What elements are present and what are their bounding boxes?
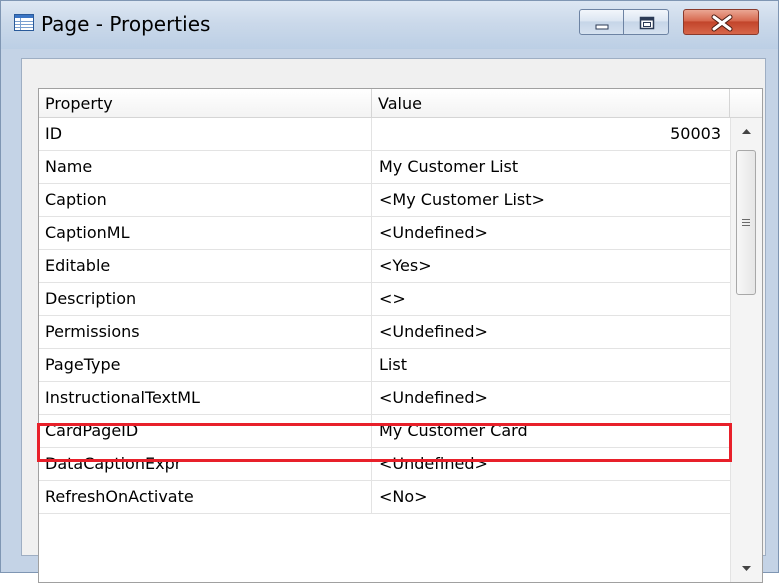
grip-icon: [742, 219, 750, 226]
table-row[interactable]: Permissions <Undefined>: [39, 316, 730, 349]
table-row[interactable]: DataCaptionExpr <Undefined>: [39, 448, 730, 481]
property-name: Editable: [39, 250, 372, 282]
maximize-button[interactable]: [623, 9, 669, 35]
property-name: DataCaptionExpr: [39, 448, 372, 480]
property-name: CardPageID: [39, 415, 372, 447]
close-icon: [711, 14, 733, 32]
column-header-spacer: [730, 89, 762, 117]
property-value[interactable]: <>: [372, 283, 730, 315]
properties-grid: Property Value ID 50003 Name My Customer…: [38, 88, 763, 583]
property-name: CaptionML: [39, 217, 372, 249]
vertical-scrollbar[interactable]: [730, 118, 762, 582]
table-icon: [14, 14, 34, 31]
property-value[interactable]: My Customer Card: [372, 415, 730, 447]
table-row[interactable]: InstructionalTextML <Undefined>: [39, 382, 730, 415]
property-value[interactable]: <Undefined>: [372, 316, 730, 348]
property-name: ID: [39, 118, 372, 150]
property-name: Description: [39, 283, 372, 315]
property-value[interactable]: 50003: [372, 118, 730, 150]
property-name: Name: [39, 151, 372, 183]
window-title: Page - Properties: [41, 12, 211, 36]
property-value[interactable]: <My Customer List>: [372, 184, 730, 216]
property-name: Permissions: [39, 316, 372, 348]
table-row[interactable]: Description <>: [39, 283, 730, 316]
property-value[interactable]: <Yes>: [372, 250, 730, 282]
table-row[interactable]: Editable <Yes>: [39, 250, 730, 283]
property-name: Caption: [39, 184, 372, 216]
property-value[interactable]: <Undefined>: [372, 217, 730, 249]
scrollbar-thumb[interactable]: [736, 150, 756, 295]
column-header-property[interactable]: Property: [39, 89, 372, 117]
maximize-icon: [639, 16, 655, 30]
property-value[interactable]: <No>: [372, 481, 730, 513]
properties-window: Page - Properties Property Value ID 5000…: [0, 0, 779, 583]
scroll-up-arrow-icon[interactable]: [731, 118, 762, 146]
property-name: PageType: [39, 349, 372, 381]
minimize-icon: [595, 24, 609, 30]
property-name: RefreshOnActivate: [39, 481, 372, 513]
minimize-button[interactable]: [579, 9, 624, 35]
scroll-down-arrow-icon[interactable]: [731, 554, 762, 582]
close-button[interactable]: [683, 9, 759, 35]
table-row[interactable]: CaptionML <Undefined>: [39, 217, 730, 250]
grid-header: Property Value: [39, 89, 762, 118]
table-row[interactable]: PageType List: [39, 349, 730, 382]
property-value[interactable]: <Undefined>: [372, 448, 730, 480]
property-value[interactable]: My Customer List: [372, 151, 730, 183]
title-bar[interactable]: Page - Properties: [1, 1, 778, 49]
content-panel: Property Value ID 50003 Name My Customer…: [21, 58, 766, 583]
property-value[interactable]: List: [372, 349, 730, 381]
property-value[interactable]: <Undefined>: [372, 382, 730, 414]
property-name: InstructionalTextML: [39, 382, 372, 414]
column-header-value[interactable]: Value: [372, 89, 730, 117]
table-row[interactable]: Caption <My Customer List>: [39, 184, 730, 217]
grid-rows: ID 50003 Name My Customer List Caption <…: [39, 118, 730, 514]
table-row[interactable]: Name My Customer List: [39, 151, 730, 184]
table-row[interactable]: RefreshOnActivate <No>: [39, 481, 730, 514]
table-row[interactable]: ID 50003: [39, 118, 730, 151]
table-row-cardpageid[interactable]: CardPageID My Customer Card: [39, 415, 730, 448]
